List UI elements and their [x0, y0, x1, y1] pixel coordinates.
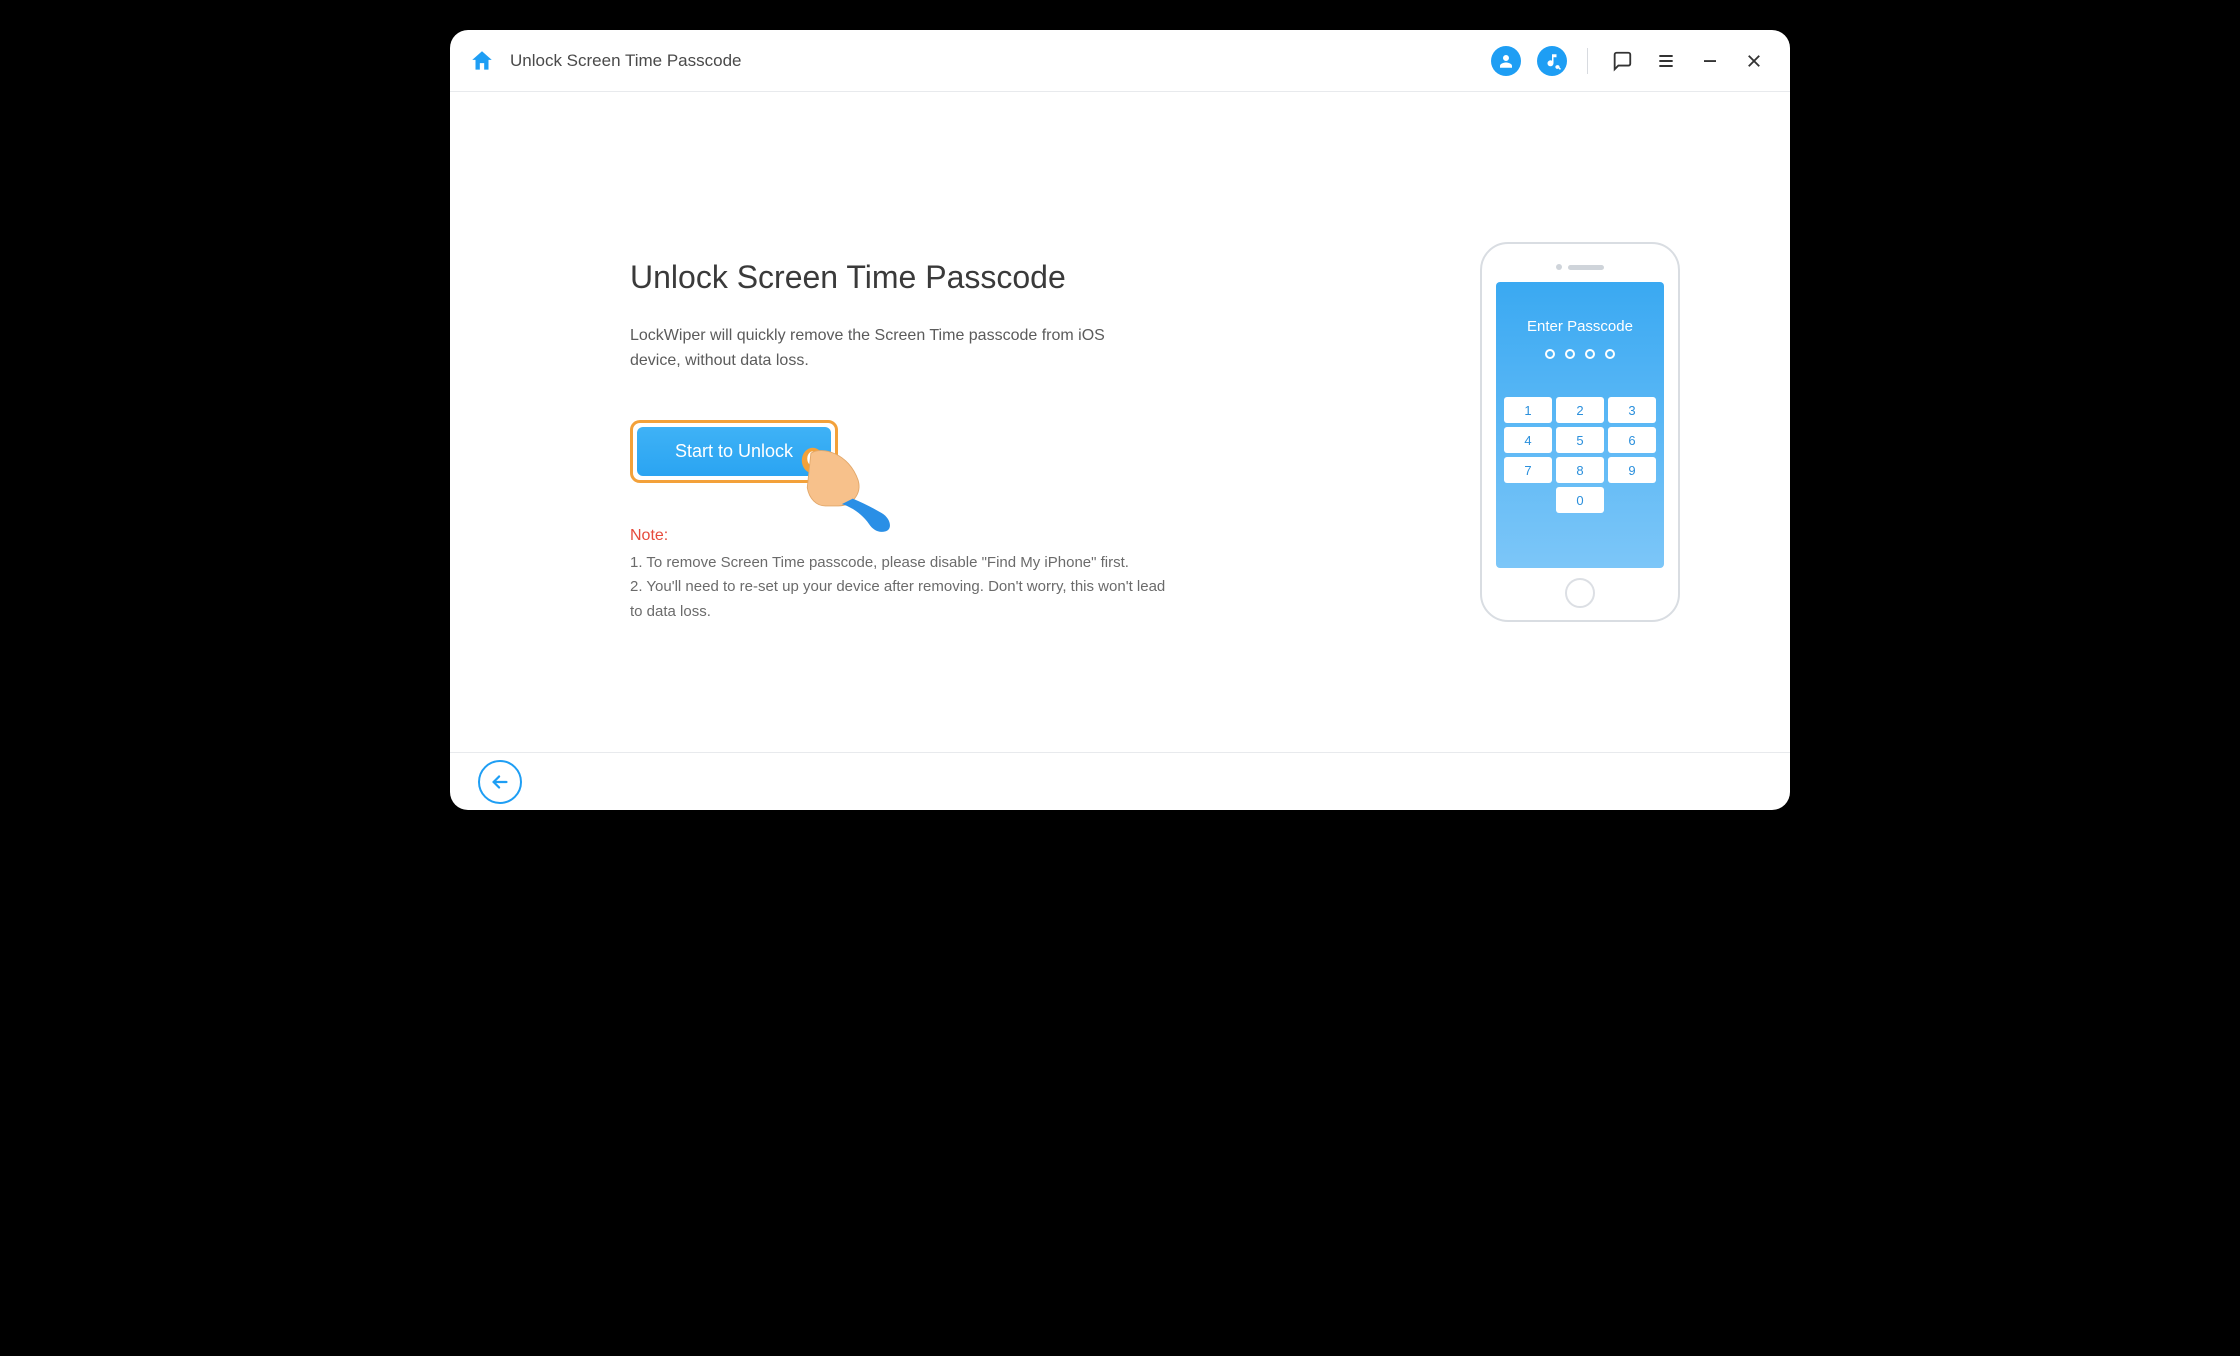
- phone-illustration: Enter Passcode 1 2 3 4 5 6 7 8 9 0: [1480, 242, 1680, 622]
- keypad-key: 9: [1608, 457, 1656, 483]
- phone-home-button: [1565, 578, 1595, 608]
- start-to-unlock-button[interactable]: Start to Unlock: [637, 427, 831, 476]
- content-area: Unlock Screen Time Passcode LockWiper wi…: [450, 92, 1790, 752]
- account-icon[interactable]: [1491, 46, 1521, 76]
- minimize-button[interactable]: [1696, 47, 1724, 75]
- separator: [1587, 48, 1588, 74]
- keypad-key: 6: [1608, 427, 1656, 453]
- keypad-key: 1: [1504, 397, 1552, 423]
- left-pane: Unlock Screen Time Passcode LockWiper wi…: [510, 219, 1370, 625]
- keypad: 1 2 3 4 5 6 7 8 9 0: [1504, 397, 1656, 513]
- keypad-key: 5: [1556, 427, 1604, 453]
- close-button[interactable]: [1740, 47, 1768, 75]
- note-item: 1. To remove Screen Time passcode, pleas…: [630, 551, 1170, 576]
- titlebar: Unlock Screen Time Passcode: [450, 30, 1790, 92]
- note-item: 2. You'll need to re-set up your device …: [630, 575, 1170, 625]
- titlebar-right: [1491, 46, 1768, 76]
- keypad-key: 8: [1556, 457, 1604, 483]
- phone-speaker: [1556, 264, 1604, 270]
- back-button[interactable]: [478, 760, 522, 804]
- cta-highlight: Start to Unlock: [630, 420, 838, 483]
- home-icon[interactable]: [468, 47, 496, 75]
- main-description: LockWiper will quickly remove the Screen…: [630, 324, 1110, 374]
- phone-screen-title: Enter Passcode: [1527, 318, 1633, 335]
- keypad-key: 3: [1608, 397, 1656, 423]
- app-window: Unlock Screen Time Passcode: [450, 30, 1790, 810]
- passcode-dots: [1545, 349, 1615, 359]
- main-heading: Unlock Screen Time Passcode: [630, 259, 1370, 296]
- keypad-key: 2: [1556, 397, 1604, 423]
- phone-screen: Enter Passcode 1 2 3 4 5 6 7 8 9 0: [1496, 282, 1664, 568]
- footer: [450, 752, 1790, 810]
- music-search-icon[interactable]: [1537, 46, 1567, 76]
- titlebar-left: Unlock Screen Time Passcode: [468, 47, 742, 75]
- keypad-key: 7: [1504, 457, 1552, 483]
- page-title: Unlock Screen Time Passcode: [510, 51, 742, 71]
- note-label: Note:: [630, 527, 1370, 545]
- keypad-key: 0: [1556, 487, 1604, 513]
- feedback-icon[interactable]: [1608, 47, 1636, 75]
- right-pane: Enter Passcode 1 2 3 4 5 6 7 8 9 0: [1430, 222, 1730, 622]
- note-list: 1. To remove Screen Time passcode, pleas…: [630, 551, 1170, 625]
- menu-icon[interactable]: [1652, 47, 1680, 75]
- keypad-key: 4: [1504, 427, 1552, 453]
